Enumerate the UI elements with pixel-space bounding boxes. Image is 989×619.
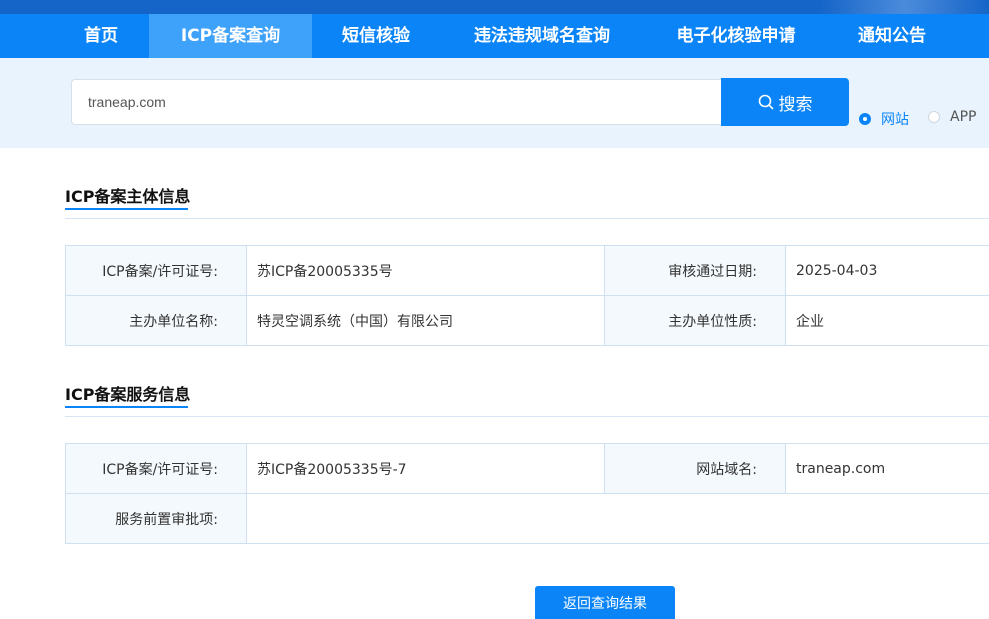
pre-approval-label: 服务前置审批项: bbox=[66, 494, 246, 543]
website-domain-value: traneap.com bbox=[786, 444, 989, 493]
section-divider bbox=[65, 416, 989, 417]
nav-electronic-verify[interactable]: 电子化核验申请 bbox=[660, 14, 812, 58]
org-name-label: 主办单位名称: bbox=[66, 296, 246, 345]
radio-website[interactable]: 网站 bbox=[859, 109, 909, 129]
table-border bbox=[246, 443, 247, 544]
table-border bbox=[65, 443, 66, 544]
service-info-title: ICP备案服务信息 bbox=[65, 385, 191, 404]
table-border bbox=[65, 345, 989, 346]
search-input[interactable] bbox=[71, 79, 721, 125]
table-border bbox=[604, 443, 605, 494]
radio-app-label: APP bbox=[950, 109, 977, 125]
search-button[interactable]: 搜索 bbox=[721, 78, 849, 126]
radio-app[interactable]: APP bbox=[928, 109, 976, 125]
nav-illegal-domain-query[interactable]: 违法违规域名查询 bbox=[460, 14, 624, 58]
table-border bbox=[65, 493, 989, 494]
table-border bbox=[65, 543, 989, 544]
table-border bbox=[65, 245, 989, 246]
pre-approval-value bbox=[247, 494, 989, 543]
radio-website-label: 网站 bbox=[881, 112, 909, 128]
section-underline bbox=[65, 406, 188, 408]
table-border bbox=[604, 245, 605, 346]
website-domain-label: 网站域名: bbox=[605, 444, 785, 493]
nav-notices[interactable]: 通知公告 bbox=[845, 14, 939, 58]
table-border bbox=[785, 245, 786, 346]
nav-more[interactable]: i bbox=[982, 14, 989, 58]
service-license-label: ICP备案/许可证号: bbox=[66, 444, 246, 493]
table-border bbox=[65, 443, 989, 444]
table-border bbox=[246, 245, 247, 346]
subject-license-label: ICP备案/许可证号: bbox=[66, 246, 246, 295]
search-area: 搜索 网站 APP bbox=[0, 58, 989, 148]
table-border bbox=[65, 295, 989, 296]
service-license-value: 苏ICP备20005335号-7 bbox=[247, 444, 604, 493]
approval-date-value: 2025-04-03 bbox=[786, 246, 989, 295]
search-icon bbox=[758, 94, 773, 110]
radio-checked-icon bbox=[859, 113, 871, 125]
top-banner-strip bbox=[0, 0, 989, 14]
table-border bbox=[65, 245, 66, 346]
search-button-label: 搜索 bbox=[778, 94, 813, 115]
nav-icp-query[interactable]: ICP备案查询 bbox=[149, 14, 312, 58]
section-divider bbox=[65, 218, 989, 219]
nav-sms-verify[interactable]: 短信核验 bbox=[328, 14, 424, 58]
org-name-value: 特灵空调系统（中国）有限公司 bbox=[247, 296, 604, 345]
section-underline bbox=[65, 208, 188, 210]
subject-info-title: ICP备案主体信息 bbox=[65, 187, 191, 206]
table-border bbox=[785, 443, 786, 494]
subject-license-value: 苏ICP备20005335号 bbox=[247, 246, 604, 295]
radio-unchecked-icon bbox=[928, 111, 940, 123]
approval-date-label: 审核通过日期: bbox=[605, 246, 785, 295]
back-to-results-button[interactable]: 返回查询结果 bbox=[535, 586, 675, 619]
org-nature-label: 主办单位性质: bbox=[605, 296, 785, 345]
banner-decoration bbox=[820, 0, 989, 14]
nav-home[interactable]: 首页 bbox=[70, 14, 132, 58]
main-nav: 首页 ICP备案查询 短信核验 违法违规域名查询 电子化核验申请 通知公告 i bbox=[0, 14, 989, 58]
org-nature-value: 企业 bbox=[786, 296, 989, 345]
